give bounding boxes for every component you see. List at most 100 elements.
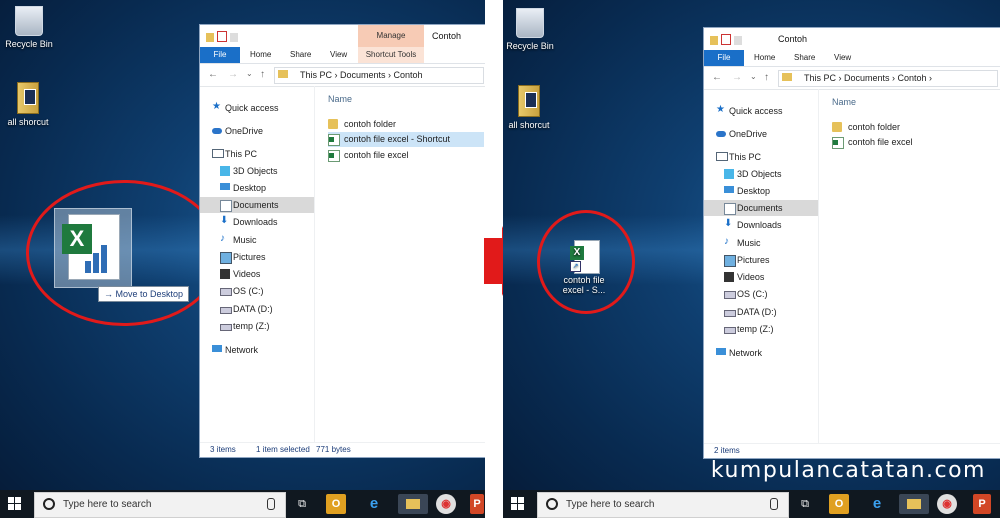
tab-view[interactable]: View [834, 53, 851, 62]
outlook-icon[interactable]: O [326, 494, 346, 514]
chrome-icon[interactable]: ◉ [436, 494, 456, 514]
navigation-pane: ★ Quick access OneDrive This PC 3D Object… [200, 86, 315, 443]
file-explorer-window-after: Contoh File Home Share View ← → ⌄ ↑ This… [703, 27, 1000, 459]
nav-quick-access[interactable]: ★ Quick access [200, 100, 314, 116]
tab-file[interactable]: File [200, 47, 240, 63]
forward-arrow-icon[interactable]: → [732, 72, 742, 83]
nav-network[interactable]: Network [704, 345, 818, 361]
taskbar-search-box[interactable]: Type here to search [537, 492, 789, 518]
file-explorer-taskbar-icon[interactable] [398, 494, 428, 514]
task-view-icon[interactable]: ⧉ [292, 494, 312, 514]
all-shortcut-desktop-icon[interactable]: all shorcut [503, 85, 560, 130]
cloud-icon [716, 131, 726, 137]
list-item[interactable]: contoh file excel - Shortcut [328, 132, 484, 147]
drive-icon [220, 307, 232, 314]
all-shortcut-desktop-icon[interactable]: all shorcut [0, 82, 59, 127]
nav-videos[interactable]: Videos [704, 269, 818, 285]
breadcrumb[interactable]: This PC › Documents › Contoh [300, 70, 423, 80]
quick-access-toolbar[interactable] [710, 34, 746, 45]
nav-network[interactable]: Network [200, 342, 314, 358]
nav-music[interactable]: ♪ Music [704, 235, 818, 251]
nav-onedrive[interactable]: OneDrive [704, 126, 818, 142]
column-header-name[interactable]: Name [328, 94, 352, 104]
star-icon: ★ [212, 101, 221, 112]
taskbar: Type here to search ⧉ O e ◉ P [503, 490, 1000, 518]
excel-file-icon [832, 137, 844, 149]
tab-file[interactable]: File [704, 50, 744, 66]
all-shortcut-label: all shorcut [508, 120, 550, 130]
outlook-icon[interactable]: O [829, 494, 849, 514]
nav-desktop[interactable]: Desktop [704, 183, 818, 199]
title-bar: Manage Contoh [200, 25, 485, 47]
nav-temp-z[interactable]: temp (Z:) [200, 318, 314, 334]
up-arrow-icon[interactable]: ↑ [764, 72, 769, 83]
nav-3d-objects[interactable]: 3D Objects [200, 163, 314, 179]
recycle-bin-desktop-icon[interactable]: Recycle Bin [503, 8, 561, 51]
nav-videos[interactable]: Videos [200, 266, 314, 282]
edge-icon[interactable]: e [867, 494, 887, 514]
nav-pictures[interactable]: Pictures [200, 249, 314, 265]
nav-quick-access[interactable]: ★ Quick access [704, 103, 818, 119]
recent-chevron-icon[interactable]: ⌄ [246, 69, 253, 78]
nav-3d-objects[interactable]: 3D Objects [704, 166, 818, 182]
file-list: Name contoh folder contoh file excel [832, 97, 913, 149]
nav-downloads[interactable]: ⬇ Downloads [200, 214, 314, 230]
highlight-circle-drag [26, 180, 222, 326]
microphone-icon[interactable] [267, 498, 275, 510]
nav-onedrive[interactable]: OneDrive [200, 123, 314, 139]
folder-icon [782, 73, 792, 81]
nav-data-d[interactable]: DATA (D:) [200, 301, 314, 317]
tab-shortcut-tools[interactable]: Shortcut Tools [358, 47, 424, 63]
status-selected: 1 item selected [256, 445, 310, 454]
file-explorer-taskbar-icon[interactable] [899, 494, 929, 514]
windows-start-icon[interactable] [511, 497, 525, 511]
status-bar: 3 items 1 item selected 771 bytes [200, 442, 485, 457]
nav-os-c[interactable]: OS (C:) [200, 283, 314, 299]
cortana-icon [43, 498, 55, 510]
recycle-bin-icon [516, 8, 544, 38]
back-arrow-icon[interactable]: ← [712, 72, 722, 83]
nav-data-d[interactable]: DATA (D:) [704, 304, 818, 320]
quick-access-toolbar[interactable] [206, 31, 242, 42]
tab-share[interactable]: Share [794, 53, 815, 62]
nav-desktop[interactable]: Desktop [200, 180, 314, 196]
nav-documents[interactable]: Documents [704, 200, 818, 216]
microphone-icon[interactable] [770, 498, 778, 510]
nav-music[interactable]: ♪ Music [200, 232, 314, 248]
recycle-bin-desktop-icon[interactable]: Recycle Bin [0, 6, 60, 49]
edge-icon[interactable]: e [364, 494, 384, 514]
column-header-name[interactable]: Name [832, 97, 856, 107]
picture-icon [724, 255, 736, 267]
task-view-icon[interactable]: ⧉ [795, 494, 815, 514]
taskbar-search-box[interactable]: Type here to search [34, 492, 286, 518]
nav-os-c[interactable]: OS (C:) [704, 286, 818, 302]
forward-arrow-icon[interactable]: → [228, 69, 238, 80]
up-arrow-icon[interactable]: ↑ [260, 69, 265, 80]
windows-start-icon[interactable] [8, 497, 22, 511]
network-icon [716, 348, 726, 355]
nav-documents[interactable]: Documents [200, 197, 314, 213]
tab-share[interactable]: Share [290, 50, 311, 59]
tab-home[interactable]: Home [754, 53, 775, 62]
desktop-before: Recycle Bin all shorcut X → Move to Desk… [0, 0, 485, 518]
nav-temp-z[interactable]: temp (Z:) [704, 321, 818, 337]
recycle-bin-icon [15, 6, 43, 36]
chrome-icon[interactable]: ◉ [937, 494, 957, 514]
watermark-text: kumpulancatatan.com [710, 458, 986, 483]
back-arrow-icon[interactable]: ← [208, 69, 218, 80]
nav-this-pc[interactable]: This PC [200, 146, 314, 162]
powerpoint-icon[interactable]: P [470, 494, 484, 514]
title-bar: Contoh [704, 28, 1000, 50]
powerpoint-icon[interactable]: P [973, 494, 991, 514]
recent-chevron-icon[interactable]: ⌄ [750, 72, 757, 81]
nav-this-pc[interactable]: This PC [704, 149, 818, 165]
address-bar: ← → ⌄ ↑ This PC › Documents › Contoh › [704, 67, 1000, 90]
manage-tab[interactable]: Manage [358, 25, 424, 47]
document-icon [220, 200, 232, 212]
nav-pictures[interactable]: Pictures [704, 252, 818, 268]
tab-view[interactable]: View [330, 50, 347, 59]
breadcrumb[interactable]: This PC › Documents › Contoh › [804, 73, 932, 83]
ribbon-tabs: File Home Share View Shortcut Tools [200, 47, 485, 64]
tab-home[interactable]: Home [250, 50, 271, 59]
nav-downloads[interactable]: ⬇ Downloads [704, 217, 818, 233]
